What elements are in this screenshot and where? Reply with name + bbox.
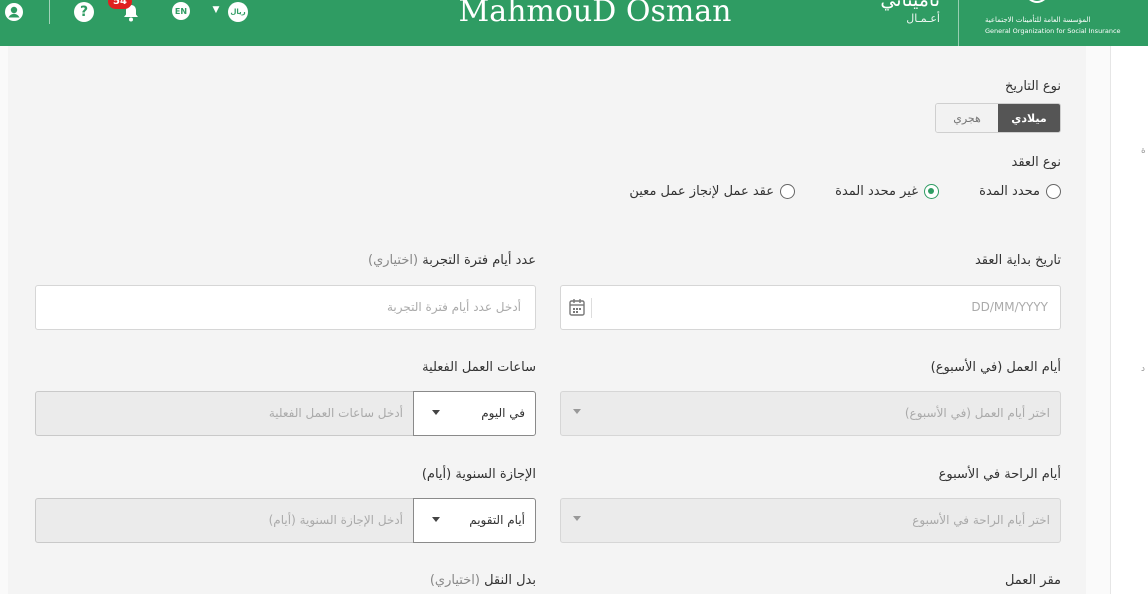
notification-badge: 54 bbox=[108, 0, 132, 9]
annual-leave-combo: أدخل الإجازة السنوية (أيام) أيام التقويم bbox=[35, 498, 536, 543]
gosi-logo-icon bbox=[1029, 0, 1045, 3]
transport-label-text: بدل النقل bbox=[484, 573, 536, 588]
annual-leave-input[interactable]: أدخل الإجازة السنوية (أيام) bbox=[35, 498, 414, 543]
user-icon[interactable] bbox=[4, 2, 24, 22]
radio-unlimited-term[interactable]: غير محدد المدة bbox=[835, 184, 939, 199]
probation-input[interactable]: أدخل عدد أيام فترة التجربة bbox=[35, 285, 536, 330]
hijri-option[interactable]: هجري bbox=[936, 104, 998, 132]
work-location-label: مقر العمل bbox=[1004, 573, 1061, 588]
radio-circle-selected[interactable] bbox=[924, 184, 939, 199]
probation-placeholder: أدخل عدد أيام فترة التجربة bbox=[386, 300, 521, 314]
transport-label: بدل النقل (اختياري) bbox=[430, 573, 536, 588]
rest-days-label: أيام الراحة في الأسبوع bbox=[938, 467, 1061, 482]
help-icon[interactable]: ? bbox=[74, 2, 94, 22]
probation-optional: (اختياري) bbox=[368, 253, 419, 268]
actual-hours-unit: في اليوم bbox=[481, 406, 525, 420]
language-toggle[interactable]: EN bbox=[172, 2, 190, 20]
annual-leave-unit: أيام التقويم bbox=[469, 513, 525, 527]
side-strip: ة د bbox=[1110, 46, 1148, 594]
chevron-down-icon[interactable] bbox=[573, 409, 581, 414]
actual-hours-combo: أدخل ساعات العمل الفعلية في اليوم bbox=[35, 391, 536, 436]
chevron-down-icon[interactable] bbox=[432, 517, 440, 522]
gregorian-option[interactable]: ميلادي bbox=[998, 104, 1060, 132]
actual-hours-unit-select[interactable]: في اليوم bbox=[413, 391, 536, 436]
work-days-select[interactable]: اختر أيام العمل (في الأسبوع) bbox=[560, 391, 1061, 436]
org-name-ar: المؤسسة العامة للتأمينات الاجتماعية bbox=[985, 16, 1091, 24]
rest-days-placeholder: اختر أيام الراحة في الأسبوع bbox=[912, 513, 1050, 527]
org-name-en: General Organization for Social Insuranc… bbox=[985, 27, 1121, 35]
radio-specific-work[interactable]: عقد عمل لإنجاز عمل معين bbox=[629, 184, 795, 199]
probation-label-text: عدد أيام فترة التجربة bbox=[422, 253, 536, 268]
radio-circle[interactable] bbox=[1046, 184, 1061, 199]
start-date-input[interactable]: DD/MM/YYYY bbox=[560, 285, 1061, 330]
actual-hours-placeholder: أدخل ساعات العمل الفعلية bbox=[268, 406, 403, 420]
annual-leave-label: الإجازة السنوية (أيام) bbox=[421, 467, 536, 482]
radio-label: عقد عمل لإنجاز عمل معين bbox=[629, 184, 774, 199]
chevron-down-icon[interactable]: ▼ bbox=[211, 2, 221, 18]
user-name: MahmouD Osman bbox=[458, 0, 732, 29]
top-header: ? 54 EN ▼ ريال MahmouD Osman تأميناتي أع… bbox=[0, 0, 1148, 46]
work-days-label: أيام العمل (في الأسبوع) bbox=[930, 360, 1061, 375]
chevron-down-icon[interactable] bbox=[432, 410, 440, 415]
contract-type-label: نوع العقد bbox=[1011, 155, 1061, 170]
annual-leave-unit-select[interactable]: أيام التقويم bbox=[413, 498, 536, 543]
radio-fixed-term[interactable]: محدد المدة bbox=[979, 184, 1061, 199]
app-brand: تأميناتي أعـمـال bbox=[860, 0, 940, 26]
actual-hours-label: ساعات العمل الفعلية bbox=[422, 360, 536, 375]
date-type-toggle: هجري ميلادي bbox=[935, 103, 1061, 133]
brand-sub: أعـمـال bbox=[906, 12, 940, 25]
actual-hours-input[interactable]: أدخل ساعات العمل الفعلية bbox=[35, 391, 414, 436]
work-days-placeholder: اختر أيام العمل (في الأسبوع) bbox=[904, 406, 1050, 420]
currency-icon[interactable]: ريال bbox=[228, 2, 248, 22]
start-date-label: تاريخ بداية العقد bbox=[974, 253, 1061, 268]
annual-leave-placeholder: أدخل الإجازة السنوية (أيام) bbox=[268, 513, 403, 527]
probation-label: عدد أيام فترة التجربة (اختياري) bbox=[368, 253, 536, 268]
transport-optional: (اختياري) bbox=[429, 573, 480, 588]
side-strip-char: ة bbox=[1141, 146, 1146, 156]
radio-circle[interactable] bbox=[780, 184, 795, 199]
radio-label: محدد المدة bbox=[979, 184, 1040, 199]
side-strip-char: د bbox=[1141, 364, 1146, 374]
org-logo-block: المؤسسة العامة للتأمينات الاجتماعية Gene… bbox=[958, 0, 1148, 46]
start-date-placeholder: DD/MM/YYYY bbox=[971, 300, 1048, 314]
brand-main: تأميناتي bbox=[880, 0, 940, 11]
date-type-label: نوع التاريخ bbox=[1005, 79, 1061, 94]
rest-days-select[interactable]: اختر أيام الراحة في الأسبوع bbox=[560, 498, 1061, 543]
calendar-icon[interactable] bbox=[569, 298, 592, 318]
chevron-down-icon[interactable] bbox=[573, 516, 581, 521]
header-divider bbox=[49, 0, 50, 24]
radio-label: غير محدد المدة bbox=[835, 184, 918, 199]
